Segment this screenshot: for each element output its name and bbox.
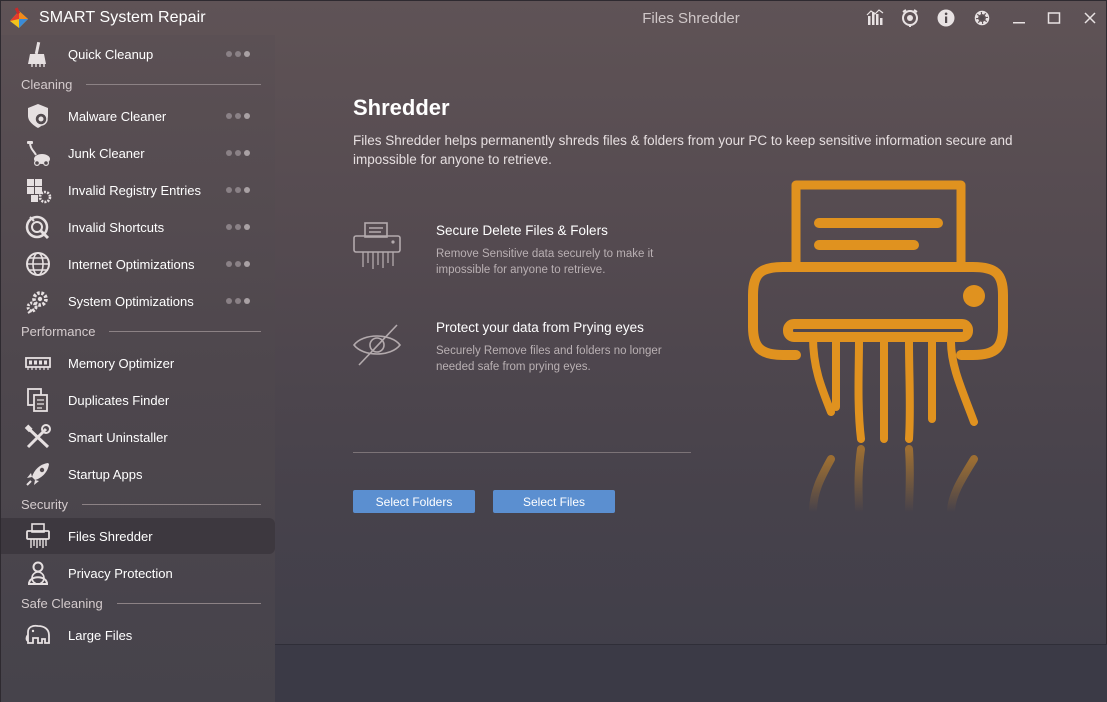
shredder-outline-icon <box>353 222 401 269</box>
sidebar-item-duplicates-finder[interactable]: Duplicates Finder <box>1 382 275 418</box>
sidebar-item-invalid-shortcuts[interactable]: Invalid Shortcuts <box>1 209 275 245</box>
sidebar-item-system-optimizations[interactable]: System Optimizations <box>1 283 275 319</box>
settings-icon[interactable] <box>971 7 993 29</box>
page-description: Files Shredder helps permanently shreds … <box>353 133 1013 167</box>
maximize-icon[interactable] <box>1043 7 1065 29</box>
sidebar-item-malware-cleaner[interactable]: Malware Cleaner <box>1 98 275 134</box>
stats-icon[interactable] <box>864 7 886 29</box>
broom-icon <box>23 39 53 69</box>
sidebar-item-privacy-protection[interactable]: Privacy Protection <box>1 555 275 591</box>
sidebar-item-startup-apps[interactable]: Startup Apps <box>1 456 275 492</box>
feature-title-secure-delete: Secure Delete Files & Folers <box>436 223 608 238</box>
memory-icon <box>23 348 53 378</box>
select-files-button[interactable]: Select Files <box>493 490 615 513</box>
sidebar-item-files-shredder[interactable]: Files Shredder <box>1 518 275 554</box>
sidebar-item-label: Privacy Protection <box>68 565 173 581</box>
privacy-icon <box>23 558 53 588</box>
globe-icon <box>23 249 53 279</box>
section-header-security: Security <box>21 495 261 513</box>
minimize-icon[interactable] <box>1008 7 1030 29</box>
elephant-icon <box>23 620 53 650</box>
sidebar-item-internet-optimizations[interactable]: Internet Optimizations <box>1 246 275 282</box>
status-dots <box>226 261 250 267</box>
status-dots <box>226 298 250 304</box>
status-dots <box>226 187 250 193</box>
app-logo-icon <box>10 7 28 28</box>
shortcut-icon <box>23 212 53 242</box>
sidebar-item-quick-cleanup[interactable]: Quick Cleanup <box>1 36 275 72</box>
shredder-illustration-icon <box>748 180 1008 516</box>
feature-description-protect-data: Securely Remove files and folders no lon… <box>436 345 662 373</box>
section-header-cleaning: Cleaning <box>21 75 261 93</box>
rocket-icon <box>23 459 53 489</box>
status-dots <box>226 51 250 57</box>
registry-icon <box>23 175 53 205</box>
page-title: Shredder <box>353 95 450 120</box>
sidebar-item-label: Invalid Registry Entries <box>68 182 201 198</box>
eye-slash-icon <box>352 324 402 366</box>
sidebar-item-invalid-registry[interactable]: Invalid Registry Entries <box>1 172 275 208</box>
tools-icon <box>23 422 53 452</box>
sidebar-item-label: Memory Optimizer <box>68 355 175 371</box>
sidebar-item-label: Internet Optimizations <box>68 256 195 272</box>
vacuum-icon <box>23 138 53 168</box>
sidebar-item-large-files[interactable]: Large Files <box>1 617 275 653</box>
sidebar-item-label: Files Shredder <box>68 528 153 544</box>
feature-description-secure-delete: Remove Sensitive data securely to make i… <box>436 248 654 276</box>
title-bar: SMART System Repair Files Shredder <box>1 1 1107 35</box>
app-title: SMART System Repair <box>39 9 206 26</box>
sidebar-item-label: Junk Cleaner <box>68 145 145 161</box>
malware-icon <box>23 101 53 131</box>
status-dots <box>226 224 250 230</box>
sidebar-item-label: Duplicates Finder <box>68 392 170 408</box>
section-header-performance: Performance <box>21 322 261 340</box>
shredder-icon <box>23 521 53 551</box>
duplicate-icon <box>23 385 53 415</box>
sidebar-item-label: Invalid Shortcuts <box>68 219 165 235</box>
scan-icon[interactable] <box>899 7 921 29</box>
window-title: Files Shredder <box>642 10 740 27</box>
bottom-bar <box>275 644 1107 702</box>
app-window: SMART System Repair Files Shredder Quick… <box>0 0 1107 702</box>
sidebar-item-label: Large Files <box>68 627 133 643</box>
feature-title-protect-data: Protect your data from Prying eyes <box>436 320 644 335</box>
close-icon[interactable] <box>1079 7 1101 29</box>
select-folders-button[interactable]: Select Folders <box>353 490 475 513</box>
sidebar-item-label: Malware Cleaner <box>68 108 167 124</box>
sidebar-item-smart-uninstaller[interactable]: Smart Uninstaller <box>1 419 275 455</box>
sidebar-item-label: Startup Apps <box>68 466 143 482</box>
sidebar-item-memory-optimizer[interactable]: Memory Optimizer <box>1 345 275 381</box>
sidebar-item-junk-cleaner[interactable]: Junk Cleaner <box>1 135 275 171</box>
info-icon[interactable] <box>935 7 957 29</box>
gears-icon <box>23 286 53 316</box>
sidebar-item-label: Smart Uninstaller <box>68 429 168 445</box>
sidebar-item-label: System Optimizations <box>68 293 194 309</box>
status-dots <box>226 150 250 156</box>
sidebar-item-label: Quick Cleanup <box>68 46 154 62</box>
section-header-safe-cleaning: Safe Cleaning <box>21 594 261 612</box>
divider <box>353 452 691 453</box>
status-dots <box>226 113 250 119</box>
